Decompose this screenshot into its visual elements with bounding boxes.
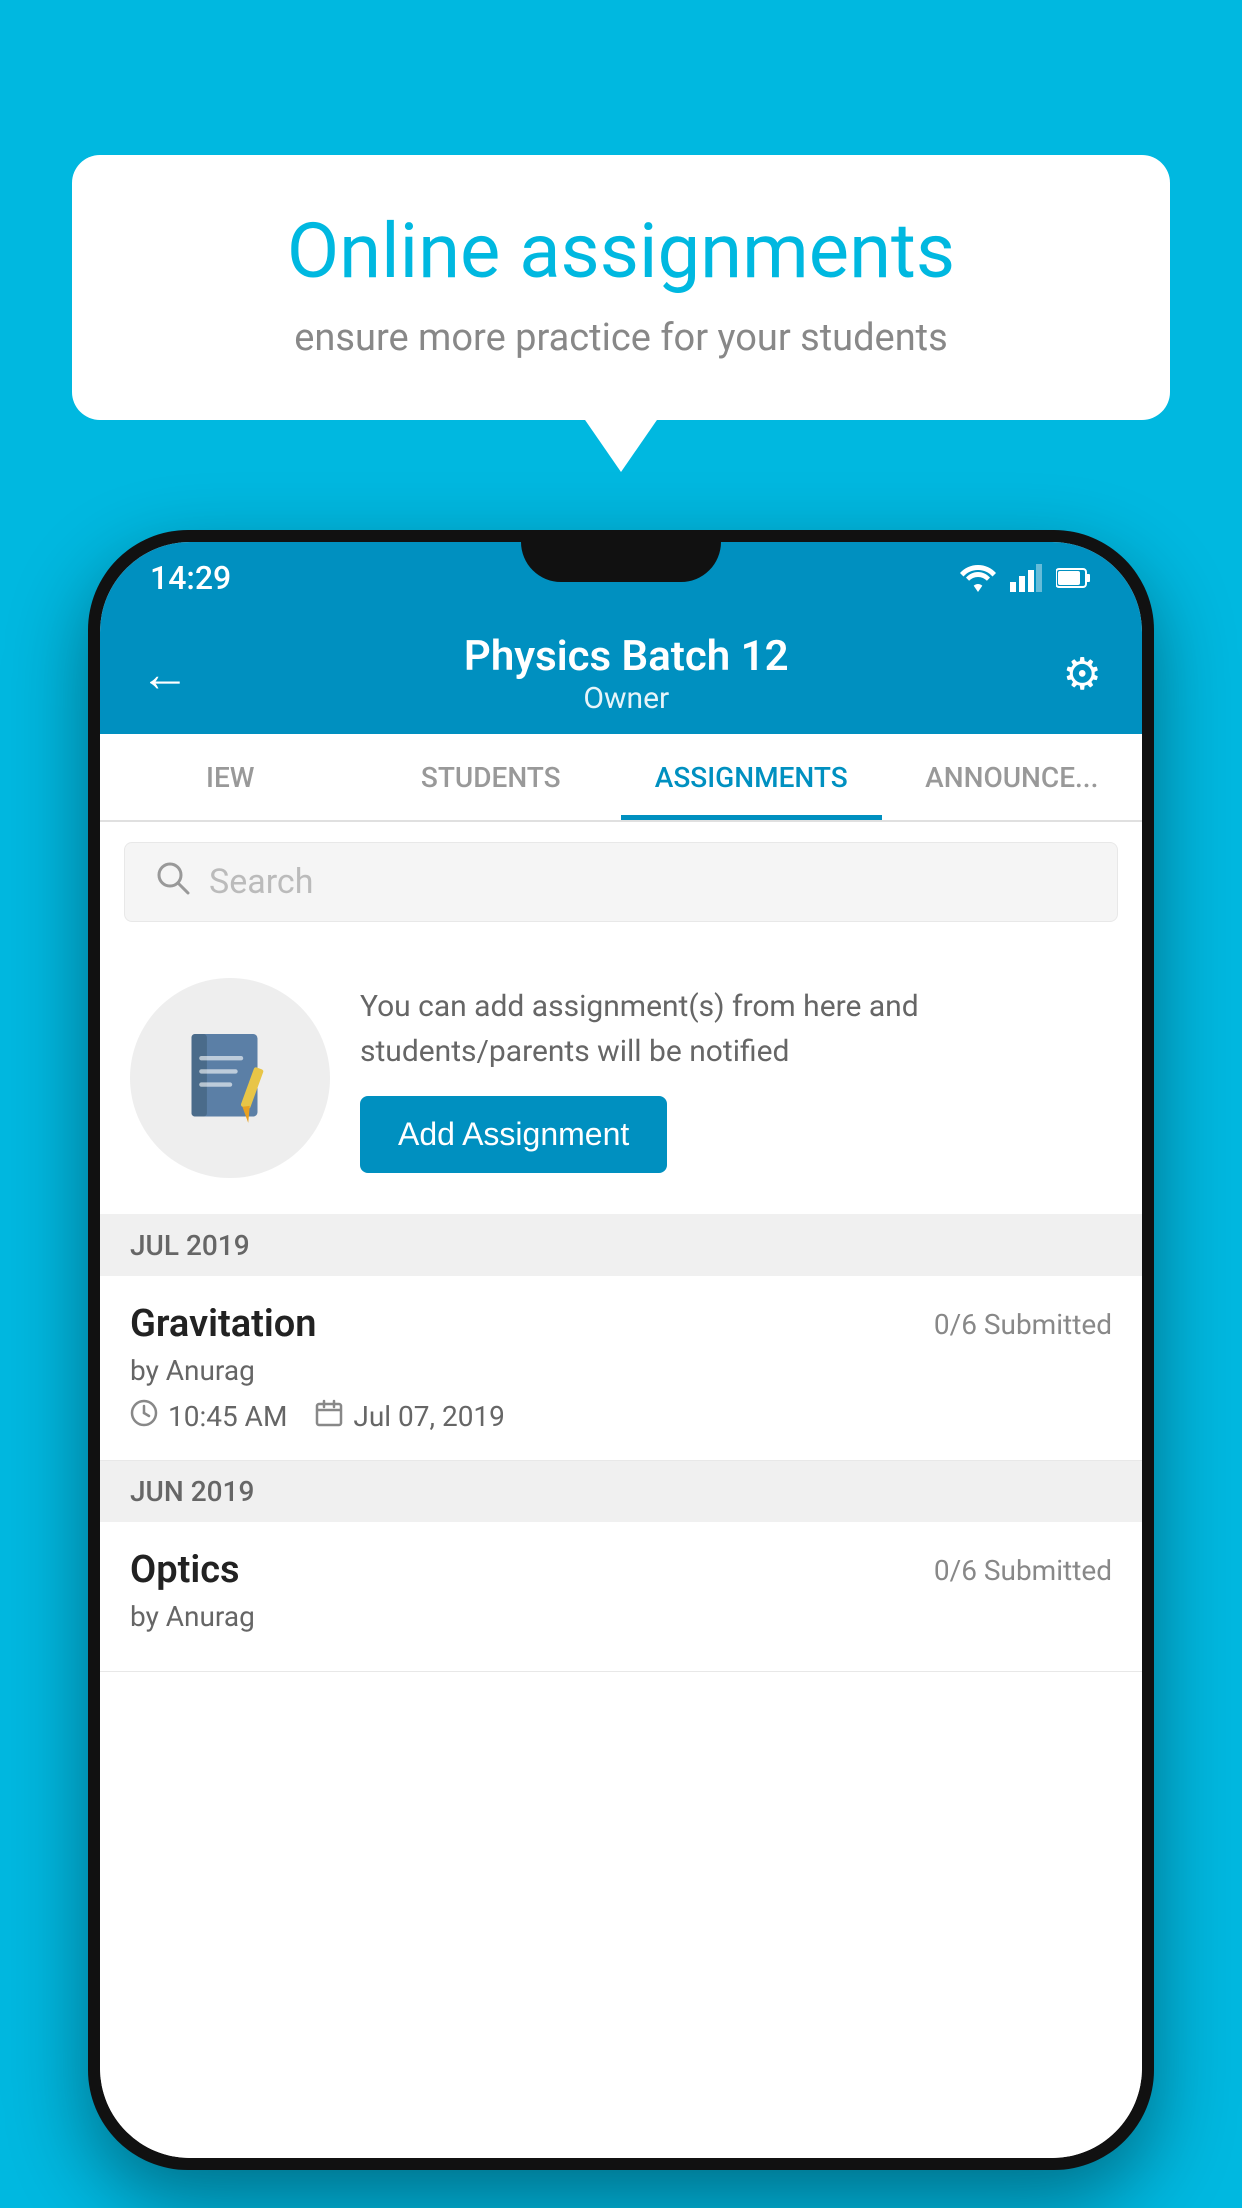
search-icon [155, 860, 191, 905]
phone-notch [521, 530, 721, 582]
assignment-item-header: Gravitation 0/6 Submitted [130, 1302, 1112, 1346]
wifi-icon [960, 564, 996, 592]
speech-bubble-subtitle: ensure more practice for your students [137, 316, 1105, 360]
assignment-title: Gravitation [130, 1302, 317, 1346]
tab-bar: IEW STUDENTS ASSIGNMENTS ANNOUNCE... [100, 734, 1142, 822]
battery-icon [1056, 567, 1092, 589]
speech-bubble: Online assignments ensure more practice … [72, 155, 1170, 420]
app-bar-title: Physics Batch 12 [464, 632, 789, 681]
assignment-date: Jul 07, 2019 [353, 1400, 505, 1433]
content-area: Search [100, 822, 1142, 2158]
settings-button[interactable]: ⚙ [1063, 648, 1102, 700]
status-time: 14:29 [150, 559, 231, 597]
assignment-item-header-optics: Optics 0/6 Submitted [130, 1548, 1112, 1592]
assignment-submitted-optics: 0/6 Submitted [934, 1554, 1112, 1587]
app-bar-subtitle: Owner [464, 681, 789, 716]
tab-item-announcements[interactable]: ANNOUNCE... [882, 734, 1143, 820]
assignment-by: by Anurag [130, 1354, 1112, 1387]
notebook-icon [175, 1023, 285, 1133]
assignment-by-optics: by Anurag [130, 1600, 1112, 1633]
back-button[interactable]: ← [140, 645, 190, 704]
add-assignment-description: You can add assignment(s) from here and … [360, 984, 1112, 1074]
assignment-meta: 10:45 AM Jul 07, 2019 [130, 1399, 1112, 1434]
clock-icon [130, 1399, 158, 1434]
assignment-submitted: 0/6 Submitted [934, 1308, 1112, 1341]
section-jun-2019: JUN 2019 [100, 1461, 1142, 1522]
meta-date: Jul 07, 2019 [315, 1399, 505, 1434]
assignment-title-optics: Optics [130, 1548, 240, 1592]
meta-time: 10:45 AM [130, 1399, 287, 1434]
add-assignment-button[interactable]: Add Assignment [360, 1096, 667, 1173]
section-jul-2019: JUL 2019 [100, 1215, 1142, 1276]
search-placeholder: Search [209, 862, 313, 902]
signal-icon [1010, 564, 1042, 592]
speech-bubble-container: Online assignments ensure more practice … [72, 155, 1170, 420]
assignment-item-optics[interactable]: Optics 0/6 Submitted by Anurag [100, 1522, 1142, 1672]
app-bar: ← Physics Batch 12 Owner ⚙ [100, 614, 1142, 734]
assignment-item-gravitation[interactable]: Gravitation 0/6 Submitted by Anurag [100, 1276, 1142, 1461]
search-bar-container: Search [100, 822, 1142, 942]
add-assignment-area: You can add assignment(s) from here and … [100, 942, 1142, 1215]
phone-inner: 14:29 [100, 542, 1142, 2158]
assignment-time: 10:45 AM [168, 1400, 287, 1433]
add-assignment-right: You can add assignment(s) from here and … [360, 984, 1112, 1173]
calendar-icon [315, 1399, 343, 1434]
search-bar[interactable]: Search [124, 842, 1118, 922]
app-bar-title-group: Physics Batch 12 Owner [464, 632, 789, 716]
status-icons [960, 564, 1092, 592]
assignment-icon-circle [130, 978, 330, 1178]
tab-item-students[interactable]: STUDENTS [361, 734, 622, 820]
speech-bubble-title: Online assignments [137, 210, 1105, 294]
tab-item-iew[interactable]: IEW [100, 734, 361, 820]
phone-frame: 14:29 [88, 530, 1154, 2170]
tab-item-assignments[interactable]: ASSIGNMENTS [621, 734, 882, 820]
